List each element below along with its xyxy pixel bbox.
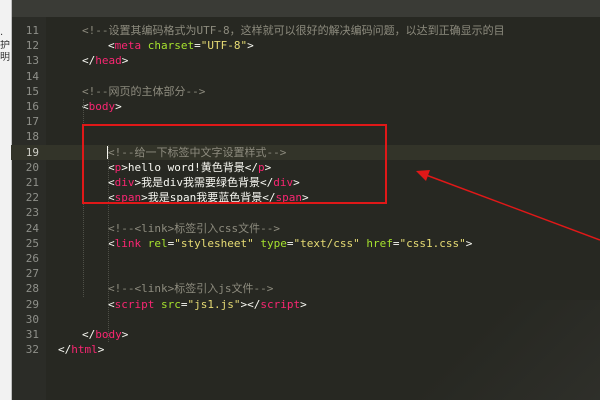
code-line[interactable]: 14: [0, 69, 600, 84]
editor-top-bar: [11, 0, 600, 17]
code-token: link: [114, 236, 142, 250]
code-token: >: [465, 236, 473, 250]
code-token: </: [82, 54, 96, 68]
line-number: 22: [25, 191, 39, 205]
code-token: "UTF-8": [200, 39, 248, 53]
line-number: 18: [25, 130, 39, 144]
annotation-highlight-box: [82, 124, 387, 204]
line-number: 29: [25, 297, 39, 311]
line-number: 28: [25, 282, 39, 296]
code-line[interactable]: 16 <body>: [0, 99, 600, 114]
code-token: <: [108, 39, 115, 53]
code-token: href: [366, 236, 393, 250]
code-line[interactable]: 27: [0, 266, 600, 281]
line-number: 26: [25, 252, 39, 265]
code-token: head: [95, 54, 122, 68]
line-number: 14: [25, 69, 39, 83]
line-number: 11: [25, 24, 39, 37]
code-text: </head>: [82, 53, 128, 68]
code-line[interactable]: 12 <meta charset="UTF-8">: [0, 38, 600, 53]
code-token: charset: [147, 39, 195, 53]
code-text: <body>: [82, 99, 122, 114]
code-token: >: [247, 39, 254, 53]
code-token: >: [115, 100, 122, 113]
code-line[interactable]: 11 <!--设置其编码格式为UTF-8，这样就可以很好的解决编码问题，以达到正确…: [0, 23, 600, 38]
line-number: 30: [25, 312, 39, 326]
code-token: </: [82, 328, 96, 341]
code-text: </html>: [58, 342, 104, 357]
line-number: 19: [25, 145, 39, 159]
code-token: "text/css": [293, 236, 360, 250]
code-text: <!--网页的主体部分-->: [82, 84, 205, 99]
code-token: "css1.css": [399, 236, 466, 250]
code-line[interactable]: 28 <!--<link>标签引入js文件-->: [0, 281, 600, 296]
code-token: body: [88, 100, 116, 113]
line-number: 21: [25, 176, 39, 189]
line-number: 27: [25, 267, 39, 281]
code-token: meta: [114, 39, 142, 53]
code-text: <!--<link>标签引入js文件-->: [108, 281, 273, 296]
line-number: 13: [25, 54, 39, 68]
code-text: <script src="js1.js"></script>: [108, 297, 307, 312]
code-token: >: [300, 297, 307, 311]
code-text: </body>: [82, 327, 128, 342]
code-token: >: [97, 343, 105, 357]
line-number: 12: [25, 39, 39, 53]
line-number: 16: [25, 100, 39, 113]
code-text: <!--<link>标签引入css文件-->: [108, 221, 280, 236]
code-token: "stylesheet": [174, 236, 254, 250]
code-token: script: [260, 297, 301, 311]
line-number: 31: [25, 328, 39, 341]
code-token: >: [121, 54, 129, 68]
code-token: >: [121, 328, 129, 341]
code-token: <!--<link>标签引入js文件-->: [108, 282, 274, 296]
code-token: </: [58, 343, 72, 357]
code-token: type: [260, 236, 287, 250]
code-token: script: [114, 297, 155, 311]
line-number: 17: [25, 115, 39, 129]
code-token: <!--设置其编码格式为UTF-8，这样就可以很好的解决编码问题，以达到正确显示…: [82, 24, 505, 37]
line-number: 23: [25, 206, 39, 220]
line-number: 15: [25, 84, 39, 98]
line-number: 25: [25, 236, 39, 250]
code-token: =: [180, 297, 188, 311]
bottom-right-fade: [380, 300, 600, 400]
line-number: 32: [25, 343, 39, 357]
code-token: <!--网页的主体部分-->: [82, 84, 206, 98]
code-text: <!--设置其编码格式为UTF-8，这样就可以很好的解决编码问题，以达到正确显示…: [82, 23, 505, 38]
code-line[interactable]: 23: [0, 205, 600, 220]
line-number: 24: [25, 221, 39, 235]
code-line[interactable]: 26: [0, 251, 600, 266]
code-text: <link rel="stylesheet" type="text/css" h…: [108, 236, 472, 251]
code-token: rel: [147, 236, 168, 250]
code-token: html: [71, 343, 98, 357]
code-token: <!--<link>标签引入css文件-->: [108, 221, 280, 235]
code-token: ></: [240, 297, 261, 311]
code-line[interactable]: 24 <!--<link>标签引入css文件-->: [0, 221, 600, 236]
line-number: 20: [25, 160, 39, 174]
code-token: src: [161, 297, 181, 311]
code-text: <meta charset="UTF-8">: [108, 38, 254, 53]
code-token: =: [194, 39, 201, 53]
code-line[interactable]: 13 </head>: [0, 53, 600, 68]
code-line[interactable]: 25 <link rel="stylesheet" type="text/css"…: [0, 236, 600, 251]
code-line[interactable]: 15 <!--网页的主体部分-->: [0, 84, 600, 99]
code-token: "js1.js": [187, 297, 241, 311]
